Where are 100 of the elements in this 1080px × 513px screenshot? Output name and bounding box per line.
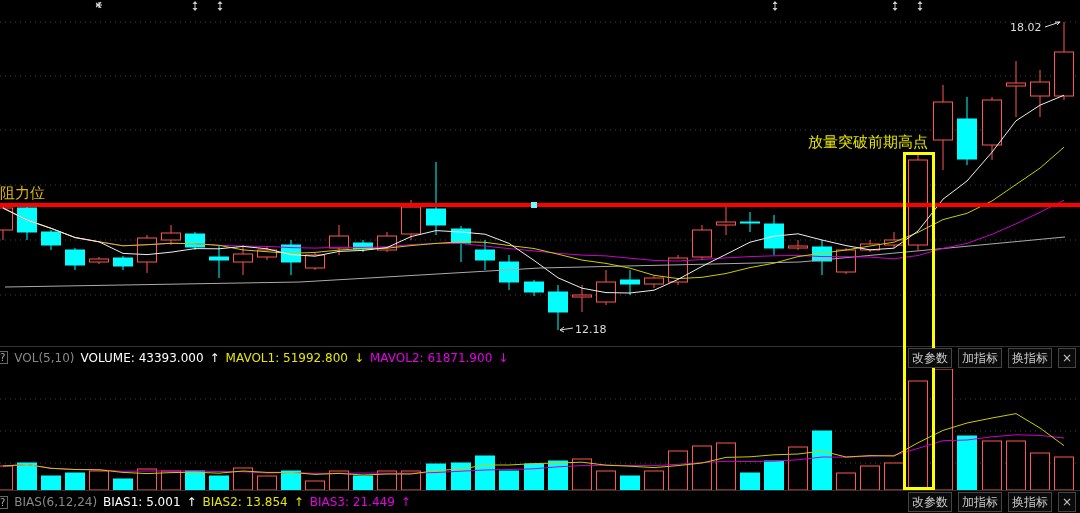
candlestick (572, 284, 592, 313)
volume-bar (596, 470, 616, 491)
volume-bar (740, 472, 760, 491)
candlestick (548, 284, 568, 331)
indicator-value: MAVOL1: 51992.800 (225, 350, 348, 365)
volume-bar (1006, 440, 1026, 491)
volume-bar (499, 470, 519, 491)
volume-bar (137, 468, 157, 491)
double-arrow-icon (917, 1, 923, 11)
candlestick (1006, 60, 1026, 118)
candlestick (451, 225, 471, 263)
volume-bar (305, 480, 325, 491)
volume-bar (620, 475, 640, 491)
volume-bar (982, 440, 1002, 491)
indicator-button[interactable]: 加指标 (957, 492, 1002, 513)
indicator-button[interactable]: × (1057, 347, 1076, 368)
volume-bar (716, 442, 736, 491)
volume-bar (860, 465, 880, 491)
volume-bar (353, 475, 373, 491)
trend-arrow: ↑ (293, 495, 304, 510)
line-handle[interactable] (531, 202, 537, 208)
volume-bar (89, 470, 109, 491)
indicator-button[interactable]: 改参数 (907, 492, 952, 513)
indicator-value: BIAS3: 21.449 (309, 495, 395, 510)
volume-bar (668, 450, 688, 491)
volume-bar (209, 475, 229, 491)
candlestick (788, 239, 808, 251)
volume-bar (572, 458, 592, 491)
double-arrow-icon (772, 1, 778, 11)
candlestick (1030, 69, 1050, 118)
candlestick (65, 247, 85, 271)
low-price-label: 12.18 (575, 323, 607, 336)
indicator-button[interactable]: 改参数 (907, 347, 952, 368)
candlestick (644, 275, 664, 289)
volume-bar (426, 463, 446, 491)
candlestick (620, 269, 640, 296)
indicator-value: MAVOL2: 61871.900 (369, 350, 493, 365)
candlestick (377, 231, 397, 253)
candlestick (812, 239, 832, 276)
candlestick (740, 211, 760, 233)
indicator-value: BIAS1: 5.001 (103, 495, 181, 510)
volume-bar (884, 462, 904, 491)
volume-bar (329, 470, 349, 491)
indicator-button[interactable]: 换指标 (1007, 347, 1052, 368)
trend-arrow: ↓ (498, 350, 509, 365)
candlestick (89, 256, 109, 265)
indicator-button[interactable]: × (1057, 492, 1076, 513)
volume-bar (17, 462, 37, 491)
candlestick (957, 96, 977, 166)
candlestick (524, 279, 544, 297)
candlestick (860, 239, 880, 253)
double-arrow-icon (192, 1, 198, 11)
trend-arrow: ↑ (209, 350, 220, 365)
candlestick (41, 229, 61, 251)
volume-bar (788, 446, 808, 491)
leader-line (559, 326, 574, 333)
indicator-name: VOL(5,10) (14, 350, 75, 365)
trend-arrow: ↓ (353, 350, 364, 365)
volume-bar (233, 467, 253, 491)
volume-bar (957, 435, 977, 491)
candlestick (257, 245, 277, 261)
candlestick (113, 255, 133, 271)
candlestick (401, 199, 421, 241)
volume-bar (257, 475, 277, 491)
candlestick (884, 231, 904, 249)
volume-bar (836, 472, 856, 491)
help-icon[interactable]: ? (0, 351, 9, 365)
candlestick (499, 254, 519, 291)
high-price-label: 18.02 (1010, 21, 1042, 34)
candlestick (596, 269, 616, 306)
candlestick (281, 239, 301, 276)
candlestick (764, 214, 784, 256)
volume-bar (1030, 452, 1050, 491)
double-arrow-icon (892, 1, 898, 11)
candlestick (161, 224, 181, 246)
candlestick (716, 204, 736, 236)
candlestick (185, 231, 205, 251)
volume-bar (113, 478, 133, 491)
candlestick (233, 244, 253, 276)
candlestick (982, 96, 1002, 161)
volume-bar (401, 470, 421, 491)
volume-bar (764, 460, 784, 491)
trend-arrow: ↑ (186, 495, 197, 510)
candlestick (209, 244, 229, 279)
trend-arrow: ↑ (400, 495, 411, 510)
volume-bar (692, 445, 712, 491)
candlestick (475, 239, 495, 271)
help-icon[interactable]: ? (0, 495, 9, 509)
volume-bar (1054, 456, 1074, 491)
volume-bar (644, 470, 664, 491)
candlestick (692, 224, 712, 261)
indicator-value: BIAS2: 13.854 (202, 495, 288, 510)
candlestick (137, 234, 157, 274)
volume-bar (281, 470, 301, 491)
volume-bar (475, 455, 495, 491)
candlestick (17, 204, 37, 241)
indicator-button[interactable]: 换指标 (1007, 492, 1052, 513)
indicator-button[interactable]: 加指标 (957, 347, 1002, 368)
indicator-name: BIAS(6,12,24) (14, 495, 98, 510)
volume-bar (548, 460, 568, 491)
